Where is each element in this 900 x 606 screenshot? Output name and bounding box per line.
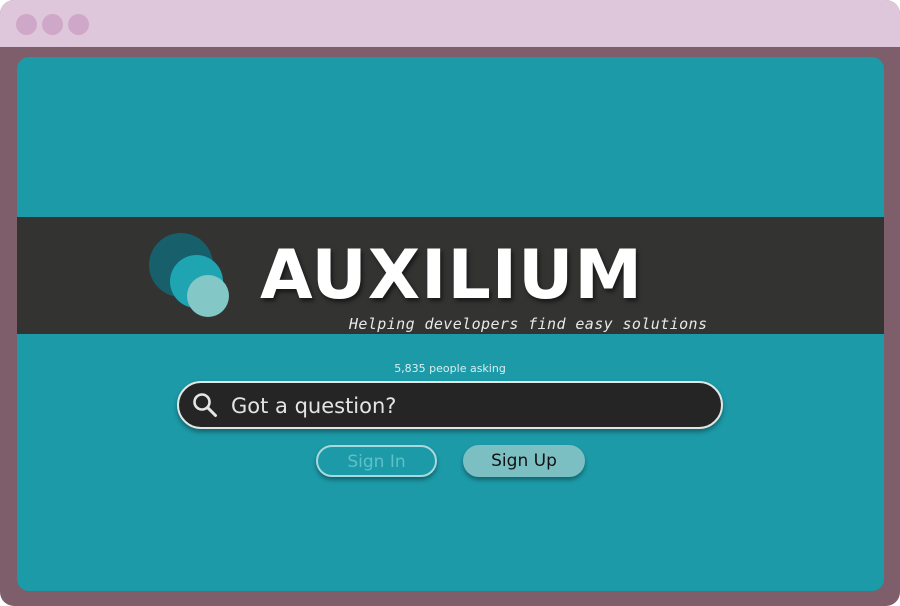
search-icon[interactable]: [191, 391, 219, 419]
window-titlebar: [0, 0, 900, 47]
browser-window: AUXILIUM Helping developers find easy so…: [0, 0, 900, 606]
logo-circle-light: [187, 275, 229, 317]
window-minimize-dot[interactable]: [42, 14, 63, 35]
window-close-dot[interactable]: [16, 14, 37, 35]
circles-logo-icon: [149, 233, 231, 319]
brand-title: AUXILIUM: [260, 236, 643, 315]
search-input[interactable]: [229, 389, 703, 423]
sign-in-button[interactable]: Sign In: [316, 445, 437, 477]
people-asking-count: 5,835 people asking: [394, 362, 506, 375]
window-maximize-dot[interactable]: [68, 14, 89, 35]
sign-up-button[interactable]: Sign Up: [463, 445, 585, 477]
search-bar[interactable]: [177, 381, 723, 429]
page-viewport: AUXILIUM Helping developers find easy so…: [17, 57, 884, 591]
brand-tagline: Helping developers find easy solutions: [349, 315, 708, 333]
